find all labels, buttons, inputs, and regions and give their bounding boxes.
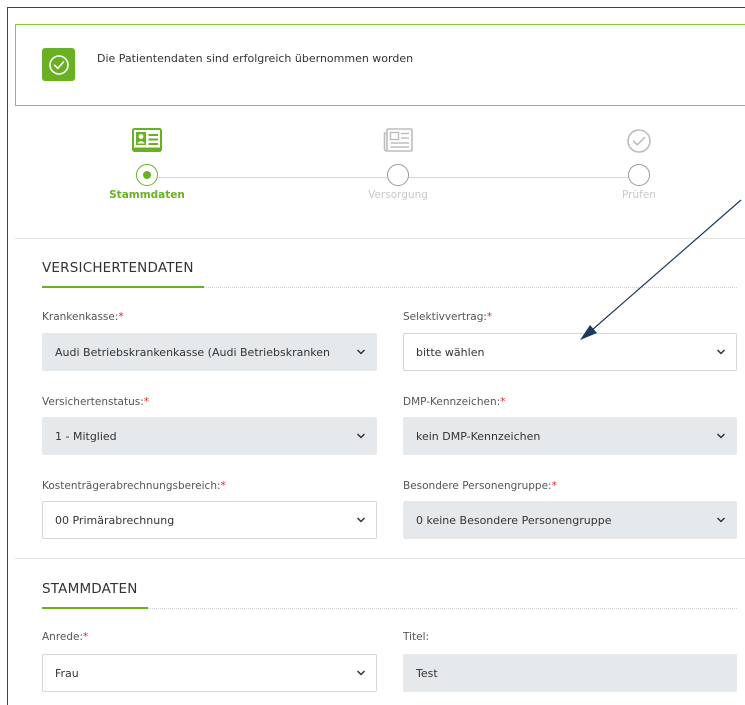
annotation-arrow: [580, 199, 742, 340]
